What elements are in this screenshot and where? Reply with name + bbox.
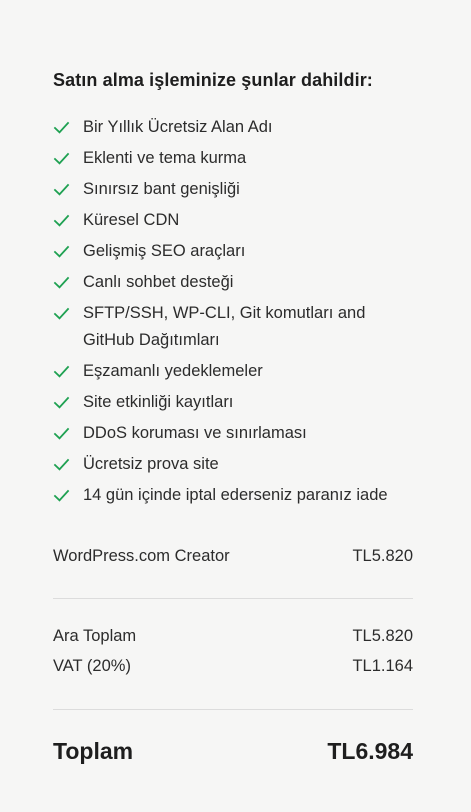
- feature-label: Eklenti ve tema kurma: [83, 149, 247, 167]
- subtotal-value: TL5.820: [352, 627, 413, 645]
- feature-item: Bir Yıllık Ücretsiz Alan Adı: [53, 114, 413, 141]
- check-icon: [53, 119, 70, 136]
- product-price: TL5.820: [352, 547, 413, 565]
- feature-label: Canlı sohbet desteği: [83, 273, 234, 291]
- feature-label: Sınırsız bant genişliği: [83, 180, 240, 198]
- feature-label: Site etkinliği kayıtları: [83, 393, 234, 411]
- feature-item: SFTP/SSH, WP-CLI, Git komutları and GitH…: [53, 300, 413, 354]
- feature-item: Gelişmiş SEO araçları: [53, 238, 413, 265]
- feature-label: Eşzamanlı yedeklemeler: [83, 362, 263, 380]
- vat-value: TL1.164: [352, 657, 413, 675]
- total-line: Toplam TL6.984: [53, 738, 413, 765]
- feature-item: Ücretsiz prova site: [53, 451, 413, 478]
- feature-item: Eşzamanlı yedeklemeler: [53, 358, 413, 385]
- feature-item: Site etkinliği kayıtları: [53, 389, 413, 416]
- check-icon: [53, 150, 70, 167]
- check-icon: [53, 456, 70, 473]
- includes-heading: Satın alma işleminize şunlar dahildir:: [53, 70, 373, 90]
- feature-label: Bir Yıllık Ücretsiz Alan Adı: [83, 118, 273, 136]
- check-icon: [53, 363, 70, 380]
- feature-label: DDoS koruması ve sınırlaması: [83, 424, 307, 442]
- check-icon: [53, 243, 70, 260]
- feature-item: DDoS koruması ve sınırlaması: [53, 420, 413, 447]
- feature-item: Canlı sohbet desteği: [53, 269, 413, 296]
- subtotal-label: Ara Toplam: [53, 627, 137, 645]
- feature-item: Sınırsız bant genişliği: [53, 176, 413, 203]
- feature-label: Gelişmiş SEO araçları: [83, 242, 246, 260]
- total-value: TL6.984: [327, 738, 413, 764]
- total-label: Toplam: [53, 738, 134, 764]
- feature-label: Ücretsiz prova site: [83, 455, 219, 473]
- subtotal-line: Ara Toplam TL5.820: [53, 627, 413, 646]
- check-icon: [53, 212, 70, 229]
- check-icon: [53, 305, 70, 322]
- divider: [53, 709, 413, 710]
- feature-item: Küresel CDN: [53, 207, 413, 234]
- check-icon: [53, 181, 70, 198]
- vat-line: VAT (20%) TL1.164: [53, 657, 413, 676]
- feature-label: 14 gün içinde iptal ederseniz paranız ia…: [83, 486, 388, 504]
- feature-item: 14 gün içinde iptal ederseniz paranız ia…: [53, 482, 413, 509]
- check-icon: [53, 394, 70, 411]
- product-line: WordPress.com Creator TL5.820: [53, 547, 413, 566]
- product-name: WordPress.com Creator: [53, 547, 230, 565]
- feature-label: SFTP/SSH, WP-CLI, Git komutları and GitH…: [83, 304, 366, 349]
- feature-label: Küresel CDN: [83, 211, 180, 229]
- divider: [53, 598, 413, 599]
- feature-item: Eklenti ve tema kurma: [53, 145, 413, 172]
- feature-list: Bir Yıllık Ücretsiz Alan Adı Eklenti ve t…: [53, 114, 413, 513]
- check-icon: [53, 425, 70, 442]
- check-icon: [53, 274, 70, 291]
- vat-label: VAT (20%): [53, 657, 131, 675]
- check-icon: [53, 487, 70, 504]
